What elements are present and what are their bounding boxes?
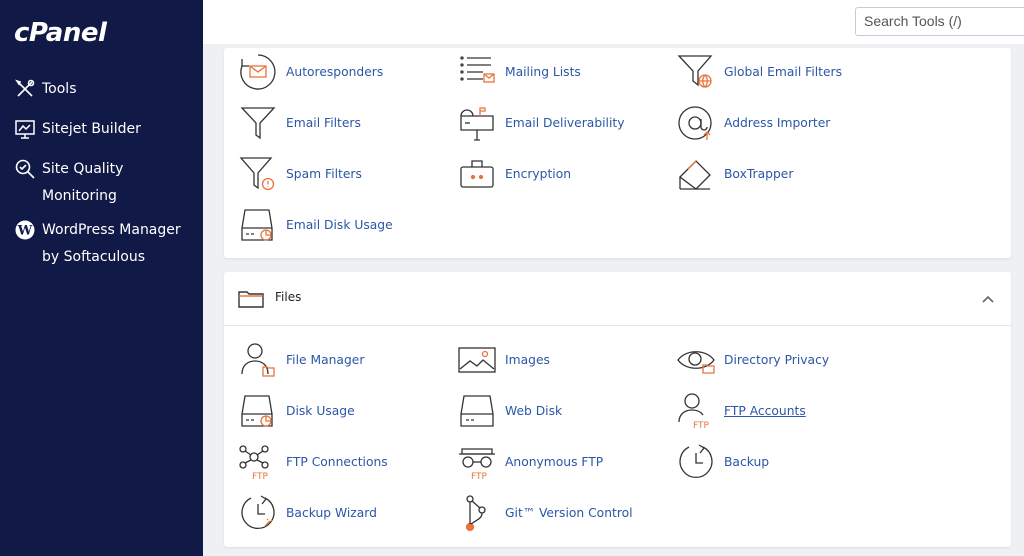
section-title: Files [275, 290, 302, 304]
cpanel-logo[interactable]: cPanel [14, 18, 107, 48]
tool-ftp-accounts[interactable]: FTP FTP Accounts [677, 392, 806, 431]
files-section-header[interactable]: Files [224, 272, 1011, 326]
disk-usage-icon [239, 206, 277, 244]
tool-label: FTP Connections [286, 455, 388, 469]
tool-label: Encryption [505, 167, 572, 181]
tool-label: Backup [724, 455, 770, 469]
search-input[interactable]: Search Tools (/) [855, 7, 1024, 36]
ftp-accounts-icon: FTP [677, 392, 715, 431]
ftp-connections-icon: FTP [239, 443, 277, 482]
tool-label: Mailing Lists [505, 65, 581, 79]
tool-web-disk[interactable]: Web Disk [458, 392, 562, 430]
tools-icon [14, 78, 36, 100]
tool-label: File Manager [286, 353, 365, 367]
spam-filter-icon [239, 155, 277, 193]
tool-ftp-connections[interactable]: FTP FTP Connections [239, 443, 388, 482]
tool-label: Backup Wizard [286, 506, 377, 520]
mailbox-icon [458, 104, 496, 142]
tool-label: Email Filters [286, 116, 361, 130]
sidebar-item-label: WordPress Manager by Softaculous [42, 222, 181, 265]
email-section: Autoresponders Mailing Lists Global Emai… [224, 48, 1011, 258]
tool-label: Autoresponders [286, 65, 384, 79]
tool-label: Images [505, 353, 550, 367]
tool-label: Global Email Filters [724, 65, 843, 79]
tool-label: BoxTrapper [724, 167, 794, 181]
chevron-up-icon[interactable] [981, 292, 995, 306]
tool-anonymous-ftp[interactable]: FTP Anonymous FTP [458, 443, 604, 482]
tool-spam-filters[interactable]: Spam Filters [239, 155, 362, 193]
sidebar-item-label: Site Quality Monitoring [42, 161, 124, 204]
monitor-icon [14, 118, 36, 140]
tool-label: Disk Usage [286, 404, 355, 418]
tool-email-deliverability[interactable]: Email Deliverability [458, 104, 624, 142]
tool-file-manager[interactable]: File Manager [239, 341, 364, 379]
filter-icon [239, 104, 277, 142]
web-disk-icon [458, 392, 496, 430]
tool-email-filters[interactable]: Email Filters [239, 104, 361, 142]
tool-encryption[interactable]: Encryption [458, 155, 571, 193]
sidebar-item-label: Tools [42, 81, 77, 97]
sidebar-item-sitejet[interactable]: Sitejet Builder [14, 116, 212, 143]
at-import-icon [677, 104, 715, 142]
sidebar: cPanel Tools Sitejet Builder Site Qualit… [0, 0, 203, 556]
tool-backup[interactable]: Backup [677, 443, 769, 481]
tool-label: Directory Privacy [724, 353, 830, 367]
mailing-list-icon [458, 53, 496, 91]
global-filter-icon [677, 53, 715, 91]
tool-label: Anonymous FTP [505, 455, 604, 469]
eye-icon [677, 341, 715, 379]
svg-text:FTP: FTP [471, 472, 488, 481]
tool-global-email-filters[interactable]: Global Email Filters [677, 53, 842, 91]
tool-autoresponders[interactable]: Autoresponders [239, 53, 383, 91]
tool-backup-wizard[interactable]: Backup Wizard [239, 494, 377, 532]
tool-images[interactable]: Images [458, 341, 550, 379]
file-manager-icon [239, 341, 277, 379]
backup-wizard-icon [239, 494, 277, 532]
sidebar-item-label: Sitejet Builder [42, 121, 141, 137]
tool-directory-privacy[interactable]: Directory Privacy [677, 341, 829, 379]
tool-label: Spam Filters [286, 167, 362, 181]
images-icon [458, 341, 496, 379]
tool-boxtrapper[interactable]: BoxTrapper [677, 155, 793, 193]
autoresponder-icon [239, 53, 277, 91]
sidebar-item-tools[interactable]: Tools [14, 76, 212, 103]
anonymous-ftp-icon: FTP [458, 443, 496, 482]
tool-label: FTP Accounts [724, 404, 806, 418]
tool-git-version-control[interactable]: Git™ Version Control [458, 494, 633, 532]
git-icon [458, 494, 496, 532]
tool-email-disk-usage[interactable]: Email Disk Usage [239, 206, 393, 244]
sidebar-item-wordpress[interactable]: W WordPress Manager by Softaculous [14, 217, 184, 271]
tool-label: Address Importer [724, 116, 831, 130]
tool-label: Email Deliverability [505, 116, 625, 130]
backup-icon [677, 443, 715, 481]
tool-disk-usage[interactable]: Disk Usage [239, 392, 355, 430]
encryption-icon [458, 155, 496, 193]
svg-text:FTP: FTP [252, 472, 269, 481]
folder-icon [238, 290, 264, 308]
svg-text:FTP: FTP [693, 421, 710, 430]
sidebar-item-site-quality[interactable]: Site Quality Monitoring [14, 156, 184, 210]
tool-address-importer[interactable]: Address Importer [677, 104, 830, 142]
tool-label: Email Disk Usage [286, 218, 393, 232]
boxtrapper-icon [677, 155, 715, 193]
files-section: Files File Manager Images Directory Priv… [224, 272, 1011, 547]
tool-mailing-lists[interactable]: Mailing Lists [458, 53, 581, 91]
tool-label: Web Disk [505, 404, 563, 418]
disk-usage-icon [239, 392, 277, 430]
tool-label: Git™ Version Control [505, 506, 633, 520]
